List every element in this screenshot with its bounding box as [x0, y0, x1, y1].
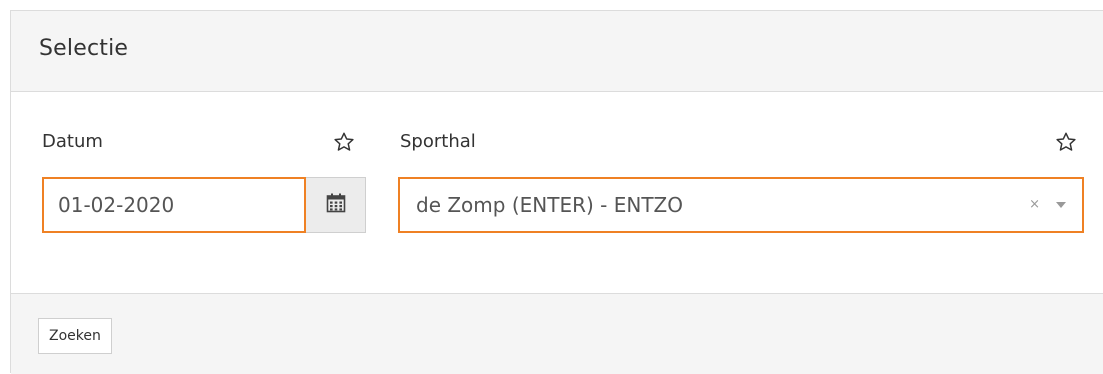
date-label: Datum — [42, 131, 103, 152]
calendar-icon — [326, 193, 346, 217]
date-favorite-star-icon[interactable] — [333, 131, 355, 153]
panel-footer: Zoeken — [11, 293, 1103, 374]
selection-panel: Selectie Datum 01-02-2020 Sporthal de Zo… — [10, 10, 1103, 374]
panel-header: Selectie — [11, 11, 1103, 92]
hall-select[interactable]: de Zomp (ENTER) - ENTZO × — [398, 177, 1084, 233]
hall-label: Sporthal — [400, 131, 476, 152]
clear-icon[interactable]: × — [1029, 192, 1040, 218]
calendar-button[interactable] — [306, 177, 366, 233]
hall-favorite-star-icon[interactable] — [1055, 131, 1077, 153]
panel-title: Selectie — [39, 36, 129, 61]
caret-down-icon[interactable] — [1056, 202, 1066, 208]
search-button[interactable]: Zoeken — [38, 318, 112, 354]
date-input[interactable]: 01-02-2020 — [42, 177, 306, 233]
hall-select-value: de Zomp (ENTER) - ENTZO — [416, 193, 683, 217]
